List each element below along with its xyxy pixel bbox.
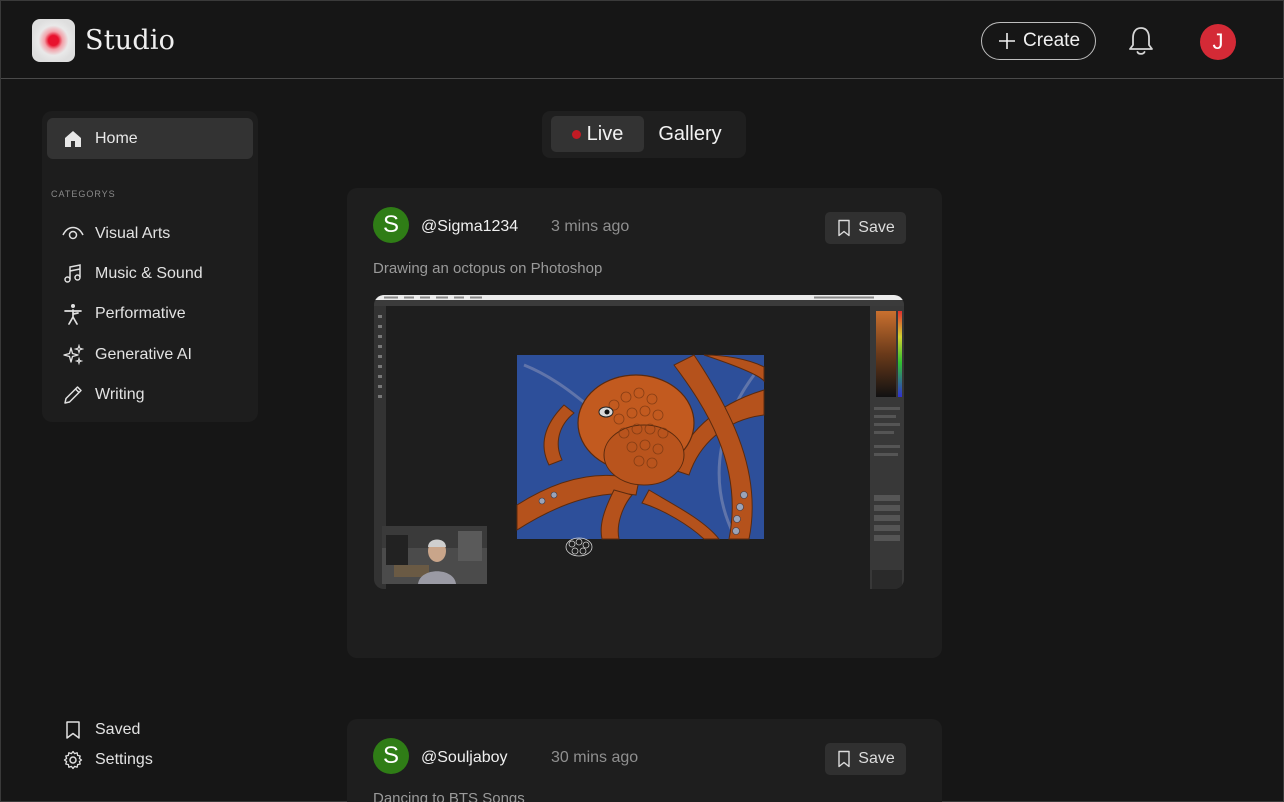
create-button-label: Create bbox=[1022, 30, 1081, 51]
sidebar-item-settings[interactable]: Settings bbox=[63, 749, 153, 771]
sparkles-icon bbox=[63, 344, 84, 366]
streamer-avatar[interactable]: S bbox=[373, 207, 409, 243]
categories-heading: CATEGORYS bbox=[51, 189, 116, 199]
studio-logo[interactable] bbox=[32, 19, 75, 62]
sidebar-item-performative[interactable]: Performative bbox=[62, 302, 186, 326]
sidebar-item-saved[interactable]: Saved bbox=[63, 719, 140, 741]
live-stream-card[interactable]: S @Souljaboy 30 mins ago Save Dancing to… bbox=[347, 719, 942, 802]
music-note-icon bbox=[64, 264, 81, 283]
dancer-icon bbox=[64, 304, 82, 325]
notification-bell-icon[interactable] bbox=[1126, 25, 1156, 57]
pencil-icon bbox=[64, 386, 82, 404]
sidebar-item-label: Performative bbox=[95, 305, 186, 322]
sidebar-item-writing[interactable]: Writing bbox=[62, 383, 145, 407]
live-dot-icon bbox=[571, 129, 581, 139]
gear-icon bbox=[63, 750, 83, 770]
streamer-avatar[interactable]: S bbox=[373, 738, 409, 774]
sidebar-item-label: Visual Arts bbox=[95, 225, 171, 242]
eye-icon bbox=[62, 226, 84, 240]
home-icon bbox=[65, 130, 81, 147]
tab-gallery[interactable]: Gallery bbox=[649, 116, 731, 152]
save-button[interactable]: Save bbox=[825, 212, 906, 244]
sidebar-item-label: Home bbox=[95, 129, 138, 147]
sidebar-item-label: Saved bbox=[95, 721, 141, 738]
streamer-username[interactable]: @Souljaboy bbox=[421, 749, 508, 767]
bookmark-icon bbox=[838, 750, 850, 768]
sidebar-item-music-sound[interactable]: Music & Sound bbox=[62, 262, 203, 286]
bookmark-icon bbox=[66, 721, 80, 739]
stream-video-preview[interactable] bbox=[374, 295, 904, 589]
sidebar-item-generative-ai[interactable]: Generative AI bbox=[62, 343, 192, 367]
stream-description: Dancing to BTS Songs bbox=[373, 790, 525, 802]
brand-name: Studio bbox=[85, 25, 176, 56]
save-button[interactable]: Save bbox=[825, 743, 906, 775]
tab-live[interactable]: Live bbox=[551, 116, 644, 152]
sidebar-item-label: Writing bbox=[95, 386, 145, 403]
tab-live-label: Live bbox=[586, 122, 624, 145]
stream-time: 3 mins ago bbox=[551, 218, 630, 235]
save-button-label: Save bbox=[858, 219, 895, 236]
user-avatar[interactable]: J bbox=[1200, 24, 1236, 60]
save-button-label: Save bbox=[858, 750, 895, 767]
sidebar-item-label: Settings bbox=[95, 751, 153, 768]
plus-icon bbox=[998, 33, 1015, 49]
sidebar-item-label: Generative AI bbox=[95, 346, 192, 363]
stream-frame-illustration bbox=[374, 295, 904, 589]
stream-description: Drawing an octopus on Photoshop bbox=[373, 260, 603, 277]
sidebar-item-label: Music & Sound bbox=[95, 265, 203, 282]
create-button[interactable]: Create bbox=[981, 22, 1096, 60]
sidebar-item-visual-arts[interactable]: Visual Arts bbox=[62, 222, 170, 246]
streamer-username[interactable]: @Sigma1234 bbox=[421, 218, 518, 236]
top-header: Studio Create J bbox=[1, 1, 1283, 79]
stream-time: 30 mins ago bbox=[551, 749, 639, 766]
bookmark-icon bbox=[838, 219, 850, 237]
sidebar-item-home[interactable]: Home bbox=[47, 118, 253, 159]
